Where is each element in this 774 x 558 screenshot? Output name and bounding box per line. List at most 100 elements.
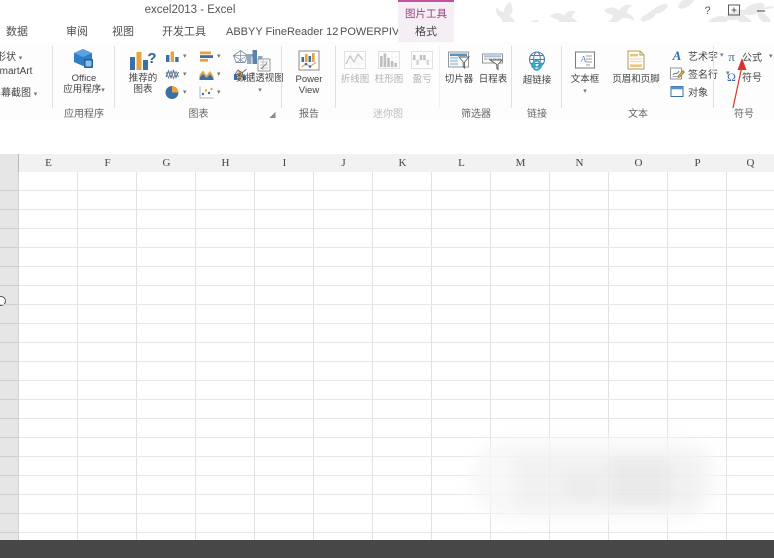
- column-header-K[interactable]: K: [373, 154, 433, 172]
- bottom-bar: [0, 540, 774, 558]
- column-header-F[interactable]: F: [78, 154, 138, 172]
- bar-chart-menu[interactable]: ▾: [197, 48, 221, 64]
- screenshot-dropdown-icon[interactable]: ▾: [34, 91, 38, 98]
- formula-bar-area[interactable]: [0, 121, 774, 155]
- column-chart-menu[interactable]: ▾: [163, 48, 187, 64]
- equation-button[interactable]: π 公式 ▾: [722, 48, 773, 64]
- title-bar: excel2013 - Excel ? 图片工具: [0, 0, 774, 24]
- pivotchart-button[interactable]: 数据透视图 ▾: [235, 46, 285, 95]
- pivotchart-icon: [245, 46, 275, 72]
- text-group-label: 文本: [628, 109, 648, 120]
- ribbon-group-sparklines: 折线图 柱形图 盈亏 迷你图: [336, 42, 440, 121]
- tab-view[interactable]: 视图: [112, 22, 134, 42]
- scatter-chart-icon: [197, 84, 215, 100]
- tab-developer[interactable]: 开发工具: [162, 22, 206, 42]
- reports-group-label: 报告: [299, 109, 319, 120]
- area-chart-menu[interactable]: ▾: [197, 66, 221, 82]
- column-header-J[interactable]: J: [314, 154, 374, 172]
- column-header-O[interactable]: O: [609, 154, 669, 172]
- shapes-dropdown-icon[interactable]: ▾: [19, 55, 23, 62]
- chevron-down-icon[interactable]: ▾: [183, 71, 187, 78]
- shapes-label[interactable]: 形状: [0, 52, 16, 63]
- tab-abbyy-finereader[interactable]: ABBYY FineReader 12: [226, 22, 338, 42]
- pivotchart-label: 数据透视图: [236, 73, 284, 84]
- ribbon-group-text: A 文本框 ▾ 页眉和页脚 A 艺术字 ▾ 签名行 ▾ 对象 文本: [562, 42, 730, 121]
- pie-chart-icon: [163, 84, 181, 100]
- ribbon-group-links: 超链接 链接: [512, 42, 562, 121]
- object-icon: [668, 83, 686, 99]
- chevron-down-icon[interactable]: ▾: [217, 71, 221, 78]
- column-header-N[interactable]: N: [550, 154, 610, 172]
- sparkline-winloss-icon: [409, 47, 435, 73]
- smartart-label[interactable]: SmartArt: [0, 66, 32, 77]
- svg-text:A: A: [672, 48, 682, 63]
- sparkline-column-icon: [376, 47, 402, 73]
- chevron-down-icon[interactable]: ▾: [183, 53, 187, 60]
- chevron-down-icon[interactable]: ▾: [217, 53, 221, 60]
- stock-chart-menu[interactable]: ▾: [163, 66, 187, 82]
- object-button[interactable]: 对象: [668, 83, 708, 99]
- recommended-charts-button[interactable]: ? 推荐的 图表: [120, 46, 166, 95]
- wordart-icon: A: [668, 47, 686, 63]
- office-apps-group-label: 应用程序: [64, 109, 104, 120]
- equation-label: 公式: [742, 52, 762, 64]
- sparkline-winloss-label: 盈亏: [412, 74, 432, 85]
- contextual-tab-header: 图片工具: [398, 0, 454, 24]
- tab-picture-format[interactable]: 格式: [398, 22, 454, 42]
- charts-dialog-launcher[interactable]: ◢: [268, 110, 277, 119]
- area-chart-icon: [197, 66, 215, 82]
- tab-review[interactable]: 审阅: [66, 22, 88, 42]
- scatter-chart-menu[interactable]: ▾: [197, 84, 221, 100]
- slicer-button[interactable]: 切片器: [442, 47, 476, 86]
- header-footer-label: 页眉和页脚: [612, 74, 660, 85]
- office-apps-button[interactable]: Office 应用程序▾: [61, 46, 107, 95]
- chevron-down-icon[interactable]: ▾: [217, 89, 221, 96]
- column-header-I[interactable]: I: [255, 154, 315, 172]
- select-all-corner[interactable]: [0, 154, 19, 172]
- app-title: excel2013 - Excel: [144, 4, 236, 16]
- column-header-E[interactable]: E: [19, 154, 79, 172]
- text-box-dropdown-icon[interactable]: ▾: [583, 86, 587, 97]
- sparkline-column-label: 柱形图: [374, 74, 404, 85]
- column-header-Q[interactable]: Q: [727, 154, 774, 172]
- column-headers: E F G H I J K L M N O P Q: [0, 154, 774, 173]
- sparkline-winloss-button: 盈亏: [406, 47, 438, 86]
- svg-text:?: ?: [147, 50, 156, 67]
- column-header-H[interactable]: H: [196, 154, 256, 172]
- sparkline-line-label: 折线图: [340, 74, 370, 85]
- screenshot-label[interactable]: 屏幕截图: [0, 88, 31, 99]
- charts-group-label: 图表: [188, 109, 209, 120]
- power-view-button[interactable]: Power View: [286, 47, 332, 96]
- chevron-down-icon[interactable]: ▾: [769, 53, 773, 60]
- power-view-label-2: View: [298, 84, 320, 96]
- column-header-L[interactable]: L: [432, 154, 492, 172]
- svg-text:π: π: [728, 49, 735, 64]
- ribbon-tab-strip: 数据 审阅 视图 开发工具 ABBYY FineReader 12 POWERP…: [0, 22, 774, 65]
- symbols-group-label: 符号: [734, 109, 754, 120]
- tab-data[interactable]: 数据: [6, 22, 28, 42]
- timeline-button[interactable]: 日程表: [476, 47, 510, 86]
- ribbon-group-charts: ? 推荐的 图表 ▾ ▾ ▾ ▾ ▾ ▾ ▾ 数据透视图 ▾ 图表 ◢: [115, 42, 285, 121]
- column-header-G[interactable]: G: [137, 154, 197, 172]
- text-box-icon: A: [572, 47, 598, 73]
- symbol-button[interactable]: Ω 符号: [722, 68, 762, 84]
- links-group-label: 链接: [527, 109, 547, 120]
- column-header-M[interactable]: M: [491, 154, 551, 172]
- header-footer-button[interactable]: 页眉和页脚: [606, 47, 666, 86]
- symbol-label: 符号: [742, 72, 762, 84]
- hyperlink-button[interactable]: 超链接: [514, 48, 560, 87]
- column-header-P[interactable]: P: [668, 154, 728, 172]
- hyperlink-label: 超链接: [522, 75, 552, 86]
- timeline-label: 日程表: [478, 74, 508, 85]
- worksheet: E F G H I J K L M N O P Q: [0, 154, 774, 540]
- cell-grid[interactable]: [19, 172, 774, 540]
- text-box-button[interactable]: A 文本框 ▾: [564, 47, 606, 96]
- pie-chart-menu[interactable]: ▾: [163, 84, 187, 100]
- filters-group-label: 筛选器: [461, 109, 491, 120]
- help-button[interactable]: ?: [698, 2, 716, 18]
- ribbon-display-options-button[interactable]: [725, 2, 743, 18]
- pivotchart-dropdown-icon[interactable]: ▾: [258, 85, 262, 96]
- timeline-icon: [480, 47, 506, 73]
- chevron-down-icon[interactable]: ▾: [183, 89, 187, 96]
- minimize-button[interactable]: [752, 2, 770, 18]
